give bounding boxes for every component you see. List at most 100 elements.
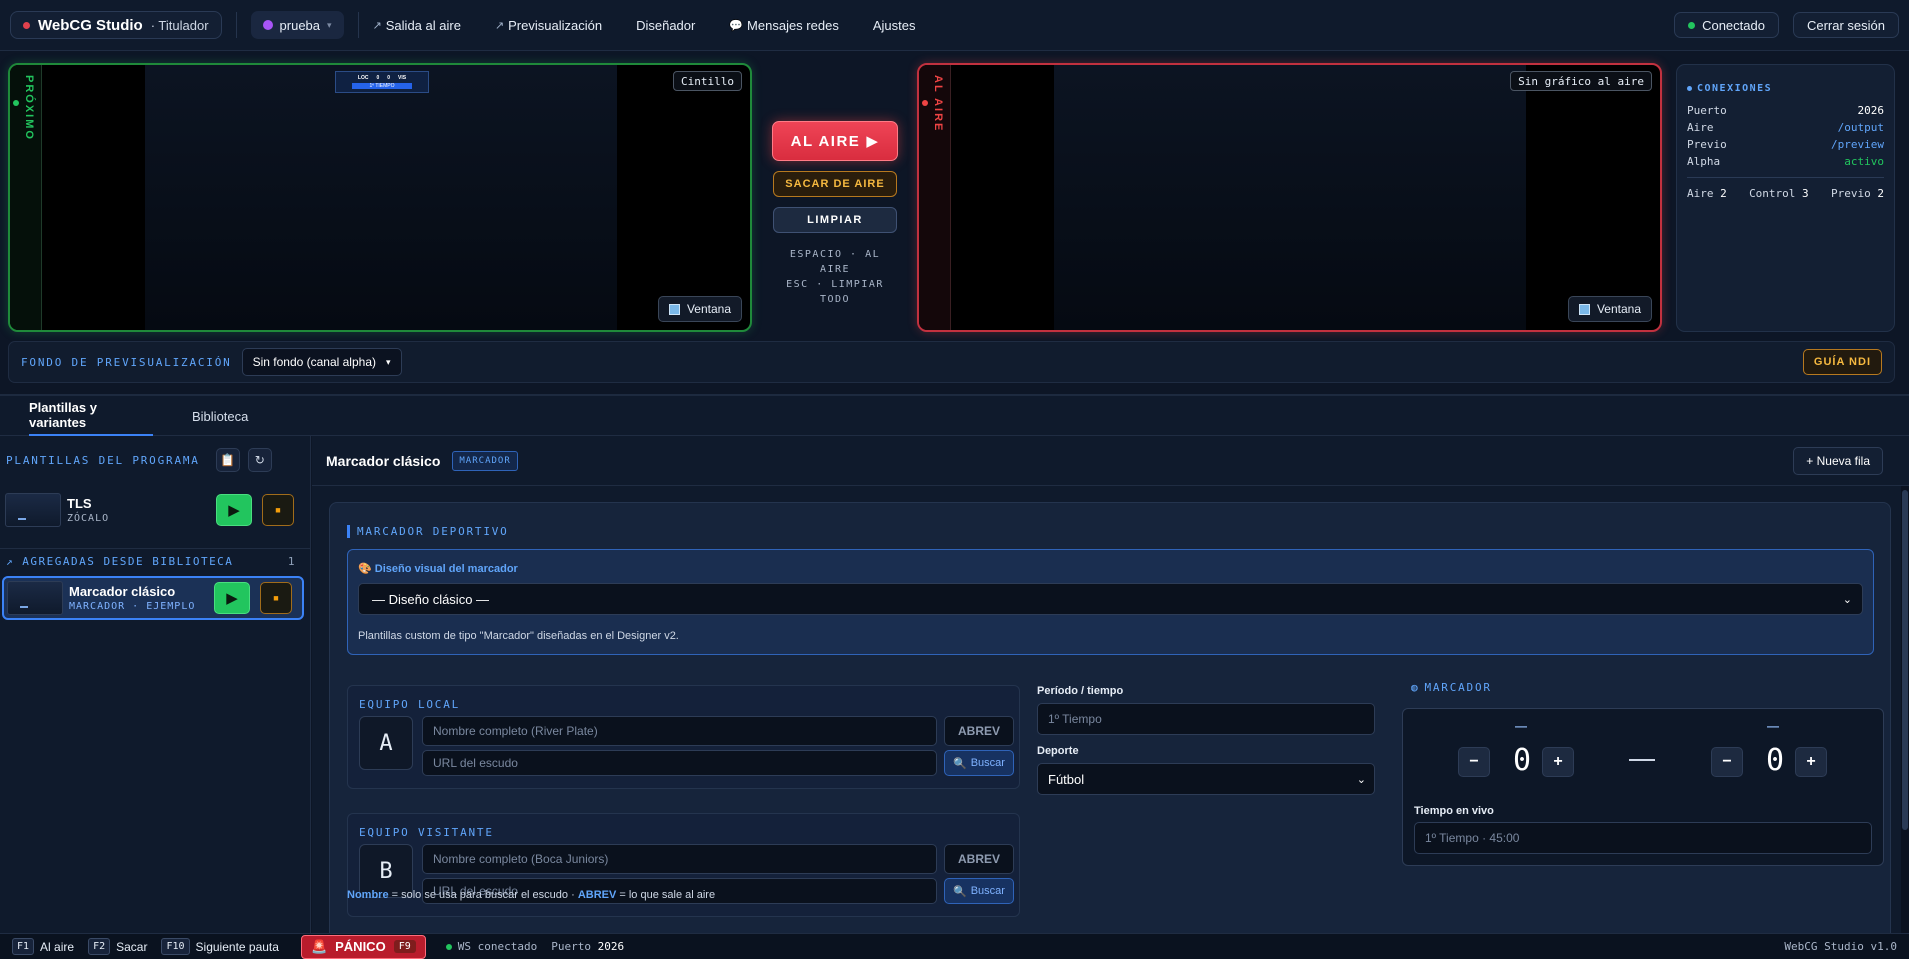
connections-title: CONEXIONES xyxy=(1687,83,1884,94)
status-bar: F1 Al aire F2 Sacar F10 Siguiente pauta … xyxy=(0,933,1909,959)
connection-row-preview: Previo /preview xyxy=(1687,138,1884,151)
clear-button[interactable]: LIMPIAR xyxy=(773,207,897,233)
on-air-monitor-label: AL AIRE xyxy=(932,75,944,133)
connection-value[interactable]: /output xyxy=(1838,121,1884,134)
nav-designer[interactable]: Diseñador xyxy=(636,18,695,33)
live-time-input[interactable]: 1º Tiempo · 45:00 xyxy=(1414,822,1872,854)
nav-settings-label: Ajustes xyxy=(872,17,916,33)
connection-status: Conectado xyxy=(1674,12,1779,38)
tab-library[interactable]: Biblioteca xyxy=(192,396,248,436)
logout-button[interactable]: Cerrar sesión xyxy=(1792,12,1899,38)
search-icon: 🔍 xyxy=(953,885,967,898)
new-row-button[interactable]: + Nueva fila xyxy=(1793,447,1883,475)
refresh-icon[interactable]: ↻ xyxy=(247,448,272,472)
shortcut-on-air: F1 Al aire xyxy=(12,938,74,955)
template-name: Marcador clásico xyxy=(69,584,176,599)
play-icon: ▶ xyxy=(226,590,238,607)
home-crest-url-input[interactable]: URL del escudo xyxy=(422,750,937,776)
preview-window-button[interactable]: Ventana xyxy=(657,296,742,322)
connection-value[interactable]: /preview xyxy=(1831,138,1884,151)
away-score-increment-button[interactable]: + xyxy=(1795,747,1827,777)
help-note-mid: = solo se usa para buscar el escudo · xyxy=(388,889,578,901)
away-score-decrement-button[interactable]: − xyxy=(1711,747,1743,777)
connection-row-alpha: Alpha activo xyxy=(1687,155,1884,168)
template-item[interactable]: TLS ZÓCALO ▶ ■ xyxy=(2,488,304,532)
preview-canvas xyxy=(145,65,617,330)
tab-templates[interactable]: Plantillas y variantes xyxy=(29,396,153,436)
editor-title: Marcador clásico xyxy=(326,452,441,469)
shortcut-hint: ESPACIO · AL AIRE ESC · LIMPIAR TODO xyxy=(772,247,898,307)
connection-key: Puerto xyxy=(1687,104,1727,117)
window-icon xyxy=(1578,303,1590,315)
stat-key: Aire xyxy=(1687,187,1714,200)
tab-bar: Plantillas y variantes Biblioteca xyxy=(0,396,1909,436)
nav-output[interactable]: ↗ Salida al aire xyxy=(373,18,461,33)
template-item-selected[interactable]: Marcador clásico MARCADOR · EJEMPLO ▶ ■ xyxy=(2,576,304,620)
app-version: WebCG Studio v1.0 xyxy=(1784,940,1897,953)
sport-select[interactable]: Fútbol ⌄ xyxy=(1037,763,1375,795)
help-note-abrev: ABREV xyxy=(577,889,617,901)
preview-background-select[interactable]: Sin fondo (canal alpha) ▾ xyxy=(241,348,402,376)
connection-value: 2026 xyxy=(1857,104,1885,117)
home-abbrev-input[interactable]: ABREV xyxy=(944,716,1014,746)
scoreboard-card: MARCADOR DEPORTIVO 🎨 Diseño visual del m… xyxy=(329,502,1891,933)
home-name-input[interactable]: Nombre completo (River Plate) xyxy=(422,716,937,746)
design-select[interactable]: — Diseño clásico — ⌄ xyxy=(358,583,1863,615)
section-title: MARCADOR DEPORTIVO xyxy=(347,525,509,538)
on-air-graphic-badge: Sin gráfico al aire xyxy=(1510,71,1652,91)
scoreboard-panel: — — − 0 + − 0 + Tiempo en vivo 1º Tiempo… xyxy=(1402,708,1884,866)
connection-key: Previo xyxy=(1687,138,1727,151)
brand-subtitle: · Titulador xyxy=(150,17,209,33)
nav-social-messages-label: Mensajes redes xyxy=(747,17,839,33)
stop-button[interactable]: ■ xyxy=(260,582,292,614)
away-score: 0 xyxy=(1765,743,1785,778)
play-button[interactable]: ▶ xyxy=(214,582,250,614)
connection-status-label: Conectado xyxy=(1702,17,1765,33)
home-find-crest-button[interactable]: 🔍 Buscar xyxy=(944,750,1014,776)
home-team-label: EQUIPO LOCAL xyxy=(359,698,461,711)
shortcut-next-cue: F10 Siguiente pauta xyxy=(161,938,279,955)
editor-scrollbar[interactable] xyxy=(1901,486,1909,933)
away-name-input[interactable]: Nombre completo (Boca Juniors) xyxy=(422,844,937,874)
period-input[interactable]: 1º Tiempo xyxy=(1037,703,1375,735)
palette-icon: 🎨 xyxy=(358,563,372,575)
help-note: Nombre = solo se usa para buscar el escu… xyxy=(347,889,715,901)
nav-social-messages[interactable]: 💬 Mensajes redes xyxy=(729,18,838,33)
find-label: Buscar xyxy=(970,885,1005,897)
project-selector[interactable]: prueba ▾ xyxy=(250,11,344,39)
take-on-air-button[interactable]: AL AIRE ▶ xyxy=(772,121,898,161)
home-score-decrement-button[interactable]: − xyxy=(1458,747,1490,777)
play-button[interactable]: ▶ xyxy=(216,494,252,526)
panic-button[interactable]: 🚨 PÁNICO F9 xyxy=(300,934,426,959)
nav-preview[interactable]: ↗ Previsualización xyxy=(495,18,602,33)
home-score-increment-button[interactable]: + xyxy=(1542,747,1574,777)
panic-key: F9 xyxy=(393,940,416,953)
take-off-air-button[interactable]: SACAR DE AIRE xyxy=(773,171,897,197)
stat-value: 2 xyxy=(1877,187,1884,200)
nav-settings[interactable]: Ajustes xyxy=(873,18,916,33)
on-air-led-icon xyxy=(922,100,928,106)
home-abbrev-display: — xyxy=(1515,719,1527,733)
sidebar-title: PLANTILLAS DEL PROGRAMA xyxy=(6,453,200,467)
template-type: ZÓCALO xyxy=(67,513,110,524)
on-air-window-button[interactable]: Ventana xyxy=(1567,296,1652,322)
websocket-status: WS conectado xyxy=(445,940,538,953)
brand-dot-icon xyxy=(23,21,30,29)
shortcut-label: Al aire xyxy=(40,939,75,954)
brand[interactable]: WebCG Studio · Titulador xyxy=(10,11,222,39)
away-abbrev-input[interactable]: ABREV xyxy=(944,844,1014,874)
away-team-label: EQUIPO VISITANTE xyxy=(359,826,494,839)
scrollbar-thumb[interactable] xyxy=(1902,490,1908,830)
websocket-status-label: WS conectado xyxy=(457,940,538,953)
shortcut-key: F2 xyxy=(88,938,111,955)
help-note-name: Nombre xyxy=(347,889,389,901)
preview-monitor-strip: PRÓXIMO xyxy=(10,65,42,330)
stop-button[interactable]: ■ xyxy=(262,494,294,526)
away-find-crest-button[interactable]: 🔍 Buscar xyxy=(944,878,1014,904)
home-team-crest[interactable]: A xyxy=(359,716,413,770)
ndi-guide-button[interactable]: GUÍA NDI xyxy=(1802,349,1882,375)
divider xyxy=(357,12,359,38)
clipboard-icon[interactable]: 📋 xyxy=(215,448,240,472)
preview-monitor: PRÓXIMO LOC 0 0 VIS 1º TIEMPO Cintillo V… xyxy=(8,63,752,332)
scoreboard-label-text: MARCADOR xyxy=(1424,681,1492,694)
